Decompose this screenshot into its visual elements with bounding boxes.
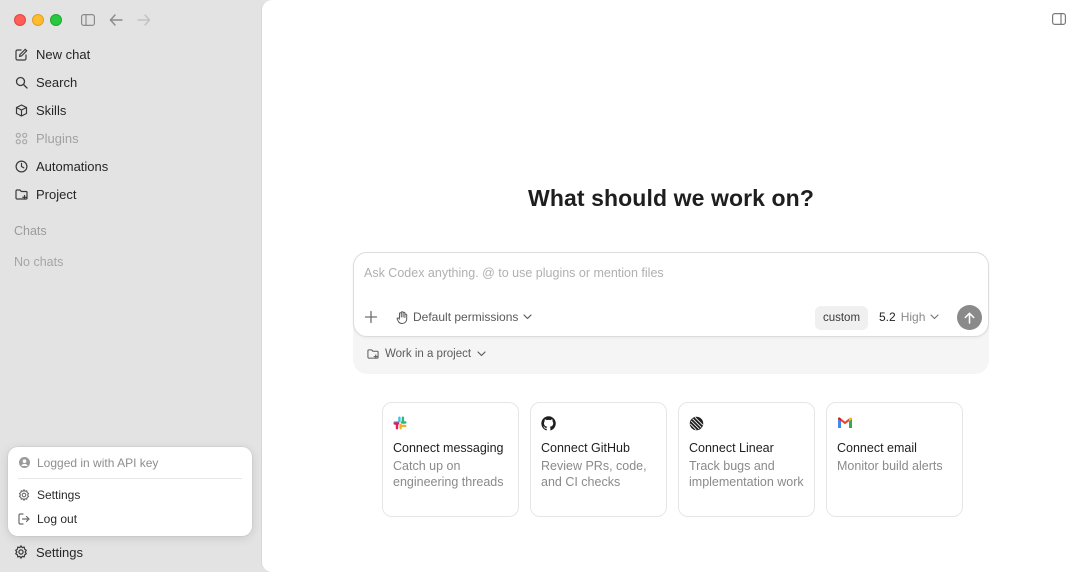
project-label: Work in a project xyxy=(385,348,472,360)
chevron-down-icon xyxy=(930,314,939,320)
login-status-text: Logged in with API key xyxy=(37,455,159,470)
sidebar-item-plugins[interactable]: Plugins xyxy=(8,124,254,152)
sidebar-item-label: Skills xyxy=(36,102,67,118)
composer-toolbar: Default permissions custom 5.2 High xyxy=(354,304,988,332)
sidebar-item-automations[interactable]: Automations xyxy=(8,152,254,180)
user-circle-icon xyxy=(18,457,30,469)
sidebar-item-label: Project xyxy=(36,186,77,202)
sidebar: New chat Search Skills Plugins Automatio… xyxy=(0,0,262,572)
sidebar-settings-button[interactable]: Settings xyxy=(14,542,83,562)
popover-logout-item[interactable]: Log out xyxy=(18,507,242,531)
login-status: Logged in with API key xyxy=(18,447,242,479)
gear-icon xyxy=(14,545,28,559)
card-title: Connect email xyxy=(837,441,917,455)
window-controls xyxy=(14,14,62,26)
prompt-input[interactable]: Ask Codex anything. @ to use plugins or … xyxy=(364,266,664,280)
slack-icon xyxy=(393,415,409,431)
minimize-window-button[interactable] xyxy=(32,14,44,26)
custom-mode-button[interactable]: custom xyxy=(815,306,868,330)
search-icon xyxy=(14,75,28,89)
popover-settings-label: Settings xyxy=(37,488,81,502)
app-window: New chat Search Skills Plugins Automatio… xyxy=(0,0,1080,572)
sidebar-item-project[interactable]: Project xyxy=(8,180,254,208)
chats-section-label: Chats xyxy=(14,224,47,238)
sidebar-settings-label: Settings xyxy=(36,544,83,560)
permissions-dropdown[interactable]: Default permissions xyxy=(396,310,532,324)
page-title: What should we work on? xyxy=(528,185,814,211)
folder-icon xyxy=(14,187,28,201)
connect-email-card[interactable]: Connect email Monitor build alerts xyxy=(826,402,963,517)
model-effort: High xyxy=(900,310,926,324)
card-description: Track bugs and implementation work xyxy=(689,459,804,489)
card-title: Connect Linear xyxy=(689,441,774,455)
sidebar-nav: New chat Search Skills Plugins Automatio… xyxy=(8,40,254,208)
card-description: Catch up on engineering threads xyxy=(393,459,504,489)
sidebar-item-skills[interactable]: Skills xyxy=(8,96,254,124)
grid-icon xyxy=(14,131,28,145)
compose-icon xyxy=(14,47,28,61)
back-arrow-icon[interactable] xyxy=(106,11,126,29)
close-window-button[interactable] xyxy=(14,14,26,26)
main-panel: What should we work on? Ask Codex anythi… xyxy=(262,0,1080,572)
gmail-icon xyxy=(837,415,853,431)
card-title: Connect messaging xyxy=(393,441,504,455)
arrow-up-icon xyxy=(964,312,975,324)
model-selector[interactable]: 5.2 High xyxy=(879,310,939,324)
hand-icon xyxy=(396,310,408,324)
popover-logout-label: Log out xyxy=(37,512,78,526)
panel-toggle-icon[interactable] xyxy=(1052,12,1068,26)
linear-icon xyxy=(689,415,705,431)
folder-icon xyxy=(367,348,379,360)
gear-icon xyxy=(18,489,30,501)
card-title: Connect GitHub xyxy=(541,441,630,455)
permissions-label: Default permissions xyxy=(413,310,519,324)
connect-messaging-card[interactable]: Connect messaging Catch up on engineerin… xyxy=(382,402,519,517)
composer-container: Ask Codex anything. @ to use plugins or … xyxy=(353,252,989,374)
cube-icon xyxy=(14,103,28,117)
sidebar-toggle-icon[interactable] xyxy=(78,11,98,29)
popover-settings-item[interactable]: Settings xyxy=(18,483,242,507)
connect-github-card[interactable]: Connect GitHub Review PRs, code, and CI … xyxy=(530,402,667,517)
card-description: Review PRs, code, and CI checks xyxy=(541,459,647,489)
chevron-down-icon xyxy=(477,351,486,357)
composer: Ask Codex anything. @ to use plugins or … xyxy=(353,252,989,337)
sidebar-item-label: Plugins xyxy=(36,130,79,146)
clock-icon xyxy=(14,159,28,173)
send-button[interactable] xyxy=(957,305,982,330)
model-version: 5.2 xyxy=(879,310,896,324)
github-icon xyxy=(541,415,557,431)
work-in-project-dropdown[interactable]: Work in a project xyxy=(367,348,486,360)
forward-arrow-icon[interactable] xyxy=(134,11,154,29)
card-description: Monitor build alerts xyxy=(837,459,943,473)
sidebar-item-new-chat[interactable]: New chat xyxy=(8,40,254,68)
connect-linear-card[interactable]: Connect Linear Track bugs and implementa… xyxy=(678,402,815,517)
sidebar-item-label: Automations xyxy=(36,158,109,174)
logout-icon xyxy=(18,513,30,525)
sidebar-item-search[interactable]: Search xyxy=(8,68,254,96)
sidebar-toolbar xyxy=(78,11,154,29)
sidebar-item-label: Search xyxy=(36,74,78,90)
no-chats-label: No chats xyxy=(14,255,64,269)
zoom-window-button[interactable] xyxy=(50,14,62,26)
sidebar-item-label: New chat xyxy=(36,46,91,62)
add-attachment-button[interactable] xyxy=(364,310,380,326)
connector-cards: Connect messaging Catch up on engineerin… xyxy=(382,402,963,517)
account-popover: Logged in with API key Settings Log out xyxy=(8,447,252,536)
chevron-down-icon xyxy=(523,314,532,320)
